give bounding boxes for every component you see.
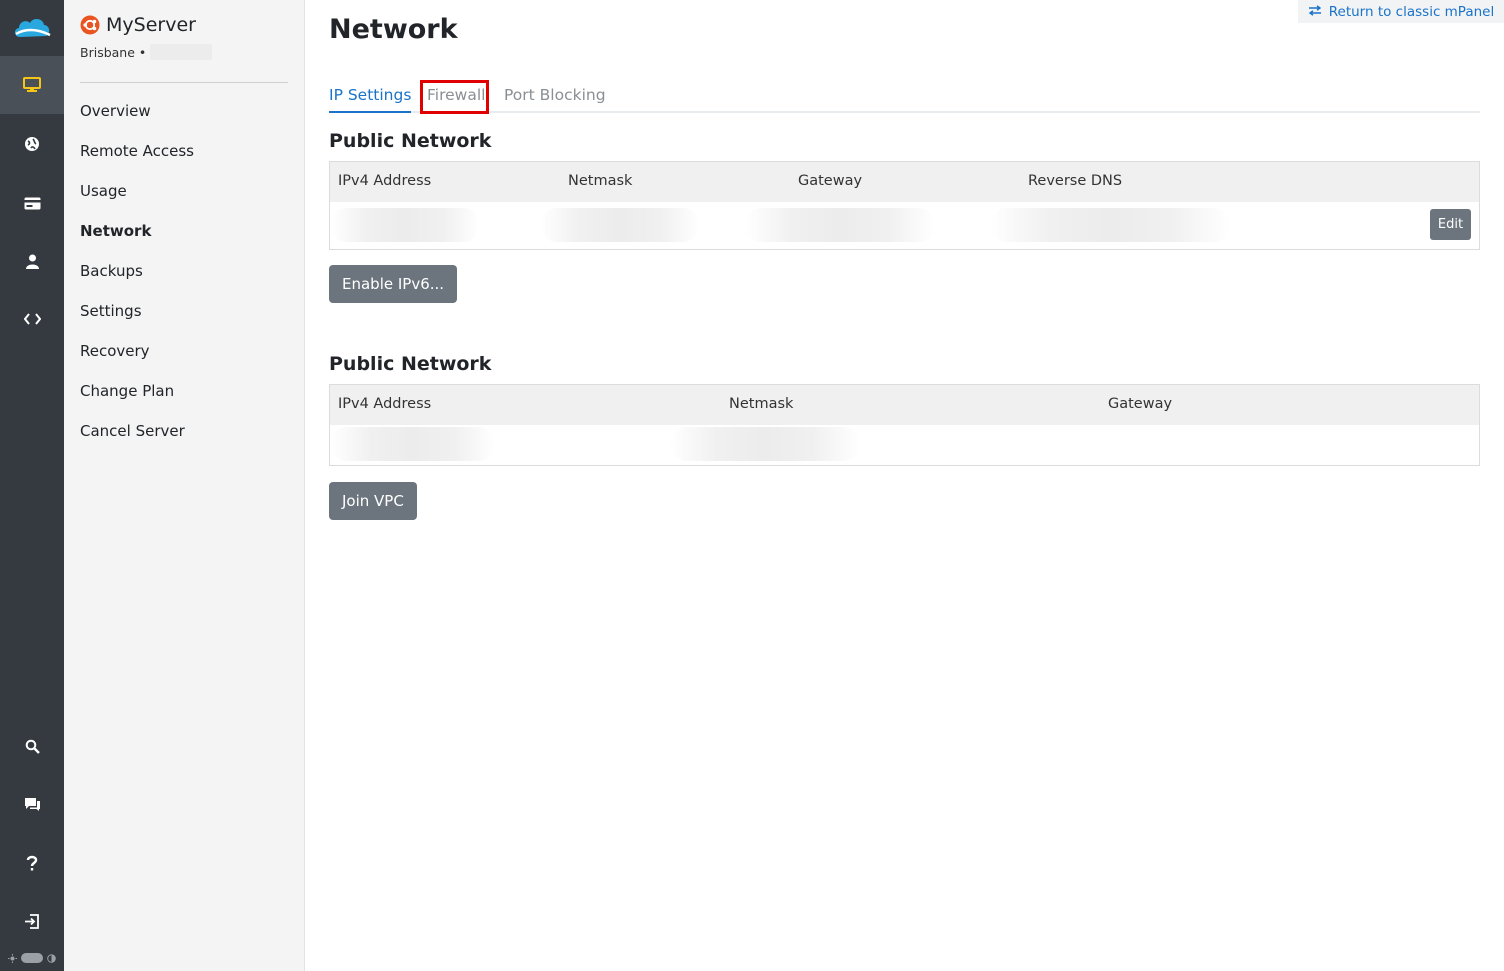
redacted-netmask (670, 427, 860, 461)
tab-firewall[interactable]: Firewall (427, 86, 485, 113)
toggle-track[interactable] (21, 952, 43, 963)
col-netmask: Netmask (568, 173, 633, 189)
contrast-icon (47, 948, 56, 967)
redacted-reverse-dns (990, 208, 1230, 242)
sidebar-divider (80, 82, 288, 83)
private-network-title: Public Network (329, 353, 492, 375)
chat-icon (24, 797, 41, 812)
rail-billing[interactable] (0, 174, 64, 232)
rail-support-chat[interactable] (0, 775, 64, 833)
enable-ipv6-button[interactable]: Enable IPv6... (329, 265, 458, 303)
logout-icon (24, 913, 40, 929)
redacted-gateway (745, 208, 935, 242)
rail-search[interactable] (0, 717, 64, 775)
public-network-table: IPv4 Address Netmask Gateway Reverse DNS… (329, 161, 1480, 250)
rail-developer[interactable] (0, 290, 64, 348)
nav-change-plan[interactable]: Change Plan (80, 372, 288, 412)
table-header: IPv4 Address Netmask Gateway (330, 385, 1479, 425)
server-location: Brisbane • (80, 44, 147, 60)
rail-domains[interactable] (0, 115, 64, 173)
private-network-table: IPv4 Address Netmask Gateway (329, 384, 1480, 466)
sun-icon (8, 948, 17, 967)
user-icon (25, 254, 40, 269)
table-header: IPv4 Address Netmask Gateway Reverse DNS (330, 162, 1479, 202)
nav-overview[interactable]: Overview (80, 92, 288, 132)
nav-backups[interactable]: Backups (80, 252, 288, 292)
credit-card-icon (24, 197, 41, 210)
col-reverse-dns: Reverse DNS (1028, 173, 1123, 189)
server-sidebar: MyServer Brisbane • Overview Remote Acce… (64, 0, 305, 971)
server-header: MyServer Brisbane • (80, 14, 288, 60)
app-rail (0, 0, 64, 971)
public-network-title: Public Network (329, 130, 492, 152)
nav-settings[interactable]: Settings (80, 292, 288, 332)
col-ipv4-address: IPv4 Address (338, 173, 432, 189)
tab-ip-settings[interactable]: IP Settings (329, 86, 412, 113)
server-name: MyServer (106, 14, 196, 36)
nav-network[interactable]: Network (80, 212, 288, 252)
help-icon (26, 855, 38, 871)
rail-account[interactable] (0, 232, 64, 290)
redacted-ipv4 (330, 208, 480, 242)
theme-toggle[interactable] (8, 948, 56, 967)
server-nav: Overview Remote Access Usage Network Bac… (80, 92, 288, 452)
nav-remote-access[interactable]: Remote Access (80, 132, 288, 172)
rail-help[interactable] (0, 834, 64, 892)
swap-arrows-icon (1308, 4, 1322, 20)
redacted-ipv4 (330, 427, 495, 461)
ubuntu-icon (80, 15, 100, 35)
edit-button[interactable]: Edit (1430, 209, 1471, 240)
cloud-logo-icon[interactable] (0, 0, 64, 56)
return-classic-link[interactable]: Return to classic mPanel (1298, 0, 1504, 23)
table-row: Edit (330, 202, 1479, 249)
nav-recovery[interactable]: Recovery (80, 332, 288, 372)
join-vpc-button[interactable]: Join VPC (329, 482, 417, 520)
redacted-ip (150, 44, 213, 60)
nav-usage[interactable]: Usage (80, 172, 288, 212)
rail-logout[interactable] (0, 892, 64, 950)
code-icon (23, 313, 41, 325)
col-gateway: Gateway (798, 173, 863, 189)
page-title: Network (329, 14, 458, 45)
rail-servers[interactable] (0, 56, 64, 114)
col-ipv4-address: IPv4 Address (338, 396, 432, 412)
table-row (330, 425, 1479, 465)
col-gateway: Gateway (1108, 396, 1173, 412)
monitor-icon (23, 77, 41, 93)
redacted-netmask (540, 208, 700, 242)
nav-cancel-server[interactable]: Cancel Server (80, 412, 288, 452)
return-link-label: Return to classic mPanel (1328, 3, 1495, 20)
col-netmask: Netmask (729, 396, 794, 412)
tab-port-blocking[interactable]: Port Blocking (504, 86, 606, 113)
search-icon (25, 739, 40, 754)
network-tabs: IP Settings Firewall Port Blocking (329, 80, 1480, 114)
globe-icon (24, 136, 40, 152)
